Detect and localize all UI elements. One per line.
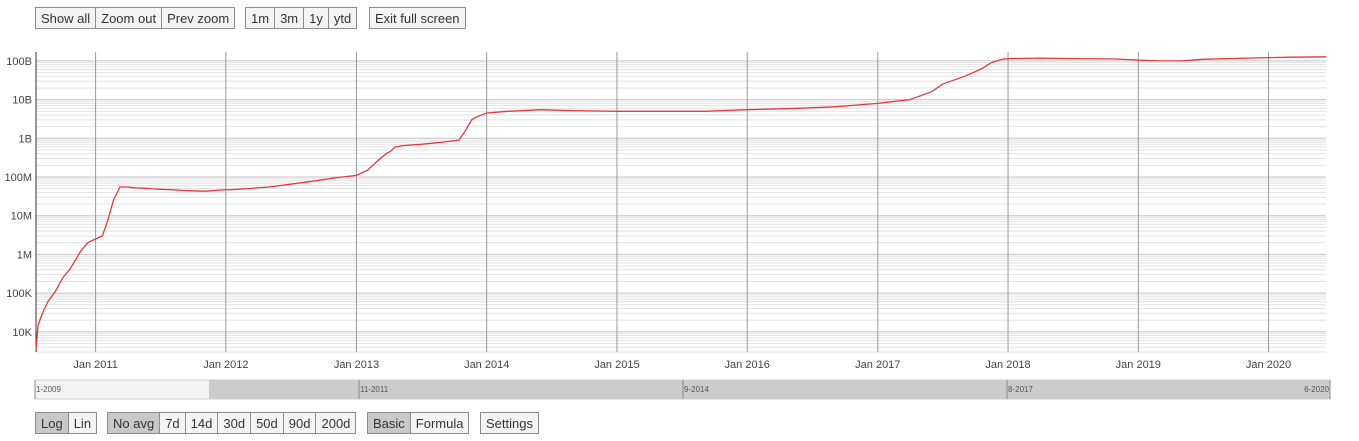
average-button-group: No avg 7d 14d 30d 50d 90d 200d [107,412,357,434]
basic-mode-button[interactable]: Basic [367,412,411,434]
range-navigator[interactable]: 1-2009 11-2011 9-2014 8-2017 6-2020 [34,379,1331,400]
x-tick-label: Jan 2011 [73,359,117,371]
avg-200d-button[interactable]: 200d [315,412,357,434]
y-tick-label: 10B [12,95,32,107]
x-tick-label: Jan 2017 [855,359,900,371]
navigator-label: 1-2009 [36,385,61,394]
scale-button-group: Log Lin [35,412,98,434]
x-tick-label: Jan 2013 [334,359,379,371]
y-tick-label: 100B [6,56,32,68]
avg-30d-button[interactable]: 30d [217,412,252,434]
x-tick-label: Jan 2012 [203,359,248,371]
navigator-label: 9-2014 [684,385,709,394]
x-tick-label: Jan 2014 [464,359,509,371]
settings-button-group: Settings [480,412,539,434]
navigator-label: 8-2017 [1008,385,1033,394]
x-tick-label: Jan 2015 [594,359,639,371]
y-tick-label: 10K [12,327,32,339]
log-scale-button[interactable]: Log [35,412,69,434]
avg-50d-button[interactable]: 50d [250,412,284,434]
settings-button[interactable]: Settings [480,412,539,434]
x-tick-label: Jan 2018 [985,359,1030,371]
x-tick-label: Jan 2019 [1116,359,1161,371]
mode-button-group: Basic Formula [367,412,470,434]
x-tick-label: Jan 2016 [725,359,770,371]
series-line [35,56,1327,350]
y-tick-label: 10M [11,211,32,223]
formula-mode-button[interactable]: Formula [409,412,470,434]
y-tick-label: 1B [19,133,32,145]
no-avg-button[interactable]: No avg [107,412,161,434]
market-cap-chart[interactable]: Jan 2011 Jan 2012 Jan 2013 Jan 2014 Jan 2015… [0,0,1359,441]
navigator-label: 6-2020 [1304,385,1329,394]
chart-grid [36,52,1326,353]
avg-7d-button[interactable]: 7d [159,412,186,434]
avg-90d-button[interactable]: 90d [282,412,317,434]
y-tick-label: 100M [4,172,32,184]
avg-14d-button[interactable]: 14d [184,412,219,434]
lin-scale-button[interactable]: Lin [67,412,98,434]
x-tick-label: Jan 2020 [1246,359,1291,371]
navigator-label: 11-2011 [360,385,389,394]
y-tick-label: 100K [6,288,32,300]
y-tick-label: 1M [17,249,32,261]
